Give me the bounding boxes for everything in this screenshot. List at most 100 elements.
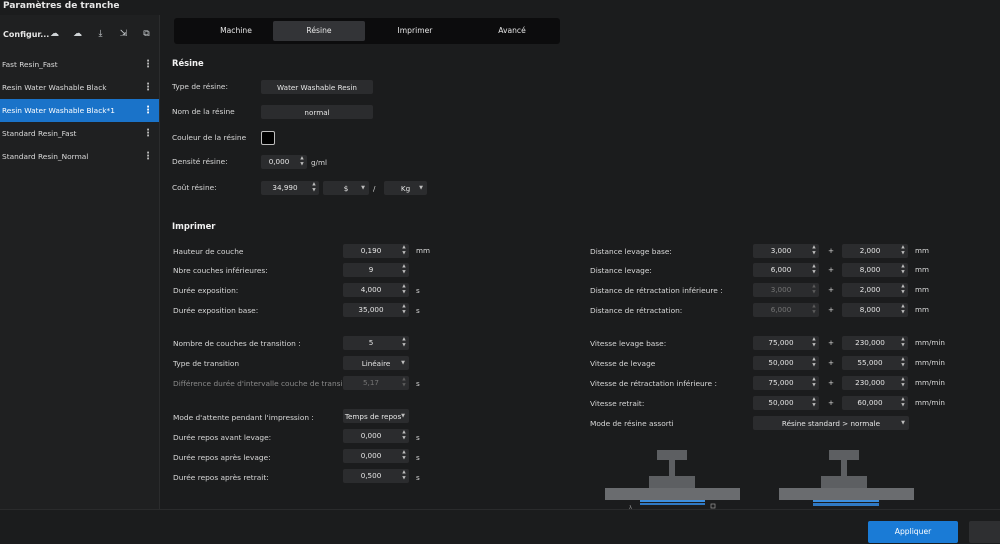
bottom-exposure-label: Durée exposition base: xyxy=(173,306,259,315)
stepper-icon: ▲ ▼ xyxy=(312,182,316,193)
density-unit: g/ml xyxy=(311,158,327,167)
bottom-lift-distance-a-input[interactable]: 3,000 ▲ ▼ xyxy=(753,244,819,258)
rest-after-retract-label: Durée repos après retrait: xyxy=(173,473,269,482)
resin-mode-select[interactable]: Résine standard > normale ▼ xyxy=(753,416,909,430)
rest-after-retract-unit: s xyxy=(416,473,420,482)
bottom-retract-speed-b-input[interactable]: 230,000 ▲ ▼ xyxy=(842,376,908,390)
secondary-button[interactable] xyxy=(969,521,1000,543)
resin-density-input[interactable]: 0,000 ▲ ▼ xyxy=(261,155,307,169)
tab-resin[interactable]: Résine xyxy=(273,21,365,41)
stepper-icon: ▲ ▼ xyxy=(812,337,816,348)
retract-distance-b-input[interactable]: 8,000 ▲ ▼ xyxy=(842,303,908,317)
wait-mode-label: Mode d'attente pendant l'impression : xyxy=(173,413,314,422)
plus-sign: + xyxy=(828,305,835,314)
tab-machine[interactable]: Machine xyxy=(190,21,282,41)
tab-advanced[interactable]: Avancé xyxy=(466,21,558,41)
bottom-lift-speed-unit: mm/min xyxy=(915,338,945,347)
exposure-label: Durée exposition: xyxy=(173,286,239,295)
profile-item-fast-resin-fast[interactable]: Fast Resin_Fast ⋮ xyxy=(0,53,159,76)
stepper-icon: ▲ ▼ xyxy=(402,304,406,315)
bottom-retract-speed-a-input[interactable]: 75,000 ▲ ▼ xyxy=(753,376,819,390)
cloud-upload-icon[interactable]: ☁ xyxy=(43,29,66,39)
retract-speed-a-input[interactable]: 50,000 ▲ ▼ xyxy=(753,396,819,410)
config-dropdown[interactable]: Configur... xyxy=(3,30,49,39)
lift-speed-a-input[interactable]: 50,000 ▲ ▼ xyxy=(753,356,819,370)
window-title: Paramètres de tranche xyxy=(0,0,1000,15)
retract-diagram-illustration xyxy=(779,450,914,506)
bottom-lift-speed-label: Vitesse levage base: xyxy=(590,339,667,348)
layer-height-label: Hauteur de couche xyxy=(173,247,244,256)
rest-before-lift-unit: s xyxy=(416,433,420,442)
stepper-icon: ▲ ▼ xyxy=(901,337,905,348)
bottom-retract-speed-unit: mm/min xyxy=(915,378,945,387)
bottom-retract-distance-unit: mm xyxy=(915,285,930,294)
resin-cost-input[interactable]: 34,990 ▲ ▼ xyxy=(261,181,319,195)
bottom-layers-label: Nbre couches inférieures: xyxy=(173,266,268,275)
resin-name-field[interactable]: normal xyxy=(261,105,373,119)
exposure-unit: s xyxy=(416,286,420,295)
profile-item-water-washable-black-1[interactable]: Resin Water Washable Black*1 ⋮ xyxy=(0,99,159,122)
layer-height-input[interactable]: 0,190 ▲ ▼ xyxy=(343,244,409,258)
wait-mode-select[interactable]: Temps de repos ▼ xyxy=(343,409,409,423)
lift-distance-b-input[interactable]: 8,000 ▲ ▼ xyxy=(842,263,908,277)
rest-after-lift-input[interactable]: 0,000 ▲ ▼ xyxy=(343,449,409,463)
tab-print[interactable]: Imprimer xyxy=(369,21,461,41)
profile-item-water-washable-black[interactable]: Resin Water Washable Black ⋮ xyxy=(0,76,159,99)
plus-sign: + xyxy=(828,398,835,407)
apply-button[interactable]: Appliquer xyxy=(868,521,958,543)
more-options-icon[interactable]: ⋮ xyxy=(143,82,153,93)
bottom-lift-distance-b-input[interactable]: 2,000 ▲ ▼ xyxy=(842,244,908,258)
more-options-icon[interactable]: ⋮ xyxy=(143,105,153,116)
export-icon[interactable]: ⇲ xyxy=(112,29,135,39)
rest-before-lift-input[interactable]: 0,000 ▲ ▼ xyxy=(343,429,409,443)
transition-type-label: Type de transition xyxy=(173,359,240,368)
lift-speed-unit: mm/min xyxy=(915,358,945,367)
stepper-icon: ▲ ▼ xyxy=(812,357,816,368)
stepper-icon: ▲ ▼ xyxy=(812,397,816,408)
weight-unit-select[interactable]: Kg ▼ xyxy=(384,181,427,195)
stepper-icon: ▲ ▼ xyxy=(901,377,905,388)
profile-label: Fast Resin_Fast xyxy=(2,60,58,69)
more-options-icon[interactable]: ⋮ xyxy=(143,59,153,70)
lift-diagram-illustration: λ xyxy=(605,450,740,510)
rest-after-retract-input[interactable]: 0,500 ▲ ▼ xyxy=(343,469,409,483)
sidebar-header: Configur... ☁ ☁ ⤓ ⇲ ⧉ xyxy=(0,15,159,53)
profile-item-standard-resin-fast[interactable]: Standard Resin_Fast ⋮ xyxy=(0,122,159,145)
transition-layers-input[interactable]: 5 ▲ ▼ xyxy=(343,336,409,350)
resin-color-swatch[interactable] xyxy=(261,131,275,145)
bottom-retract-distance-b-input[interactable]: 2,000 ▲ ▼ xyxy=(842,283,908,297)
retract-speed-b-input[interactable]: 60,000 ▲ ▼ xyxy=(842,396,908,410)
bottom-lift-speed-b-input[interactable]: 230,000 ▲ ▼ xyxy=(842,336,908,350)
stepper-icon: ▲ ▼ xyxy=(402,264,406,275)
stepper-icon: ▲ ▼ xyxy=(300,156,304,167)
more-options-icon[interactable]: ⋮ xyxy=(143,151,153,162)
resin-color-label: Couleur de la résine xyxy=(172,133,247,142)
stepper-icon: ▲ ▼ xyxy=(901,357,905,368)
bottom-lift-speed-a-input[interactable]: 75,000 ▲ ▼ xyxy=(753,336,819,350)
more-options-icon[interactable]: ⋮ xyxy=(143,128,153,139)
stepper-icon: ▲ ▼ xyxy=(402,470,406,481)
cost-separator: / xyxy=(373,184,376,193)
profile-label: Resin Water Washable Black xyxy=(2,83,107,92)
retract-distance-a-input: 6,000 ▲ ▼ xyxy=(753,303,819,317)
profile-item-standard-resin-normal[interactable]: Standard Resin_Normal ⋮ xyxy=(0,145,159,168)
bottom-layers-input[interactable]: 9 ▲ ▼ xyxy=(343,263,409,277)
currency-select[interactable]: $ ▼ xyxy=(323,181,369,195)
lift-distance-a-input[interactable]: 6,000 ▲ ▼ xyxy=(753,263,819,277)
print-section-title: Imprimer xyxy=(172,221,216,231)
bottom-exposure-input[interactable]: 35,000 ▲ ▼ xyxy=(343,303,409,317)
chevron-down-icon: ▼ xyxy=(401,413,405,419)
copy-icon[interactable]: ⧉ xyxy=(135,29,158,39)
exposure-input[interactable]: 4,000 ▲ ▼ xyxy=(343,283,409,297)
rest-after-lift-label: Durée repos après levage: xyxy=(173,453,271,462)
plus-sign: + xyxy=(828,285,835,294)
stepper-icon: ▲ ▼ xyxy=(812,304,816,315)
lift-speed-b-input[interactable]: 55,000 ▲ ▼ xyxy=(842,356,908,370)
stepper-icon: ▲ ▼ xyxy=(901,397,905,408)
resin-type-field[interactable]: Water Washable Resin xyxy=(261,80,373,94)
bottom-exposure-unit: s xyxy=(416,306,420,315)
import-icon[interactable]: ⤓ xyxy=(89,29,112,39)
transition-type-select[interactable]: Linéaire ▼ xyxy=(343,356,409,370)
resin-density-label: Densité résine: xyxy=(172,157,228,166)
cloud-download-icon[interactable]: ☁ xyxy=(66,29,89,39)
